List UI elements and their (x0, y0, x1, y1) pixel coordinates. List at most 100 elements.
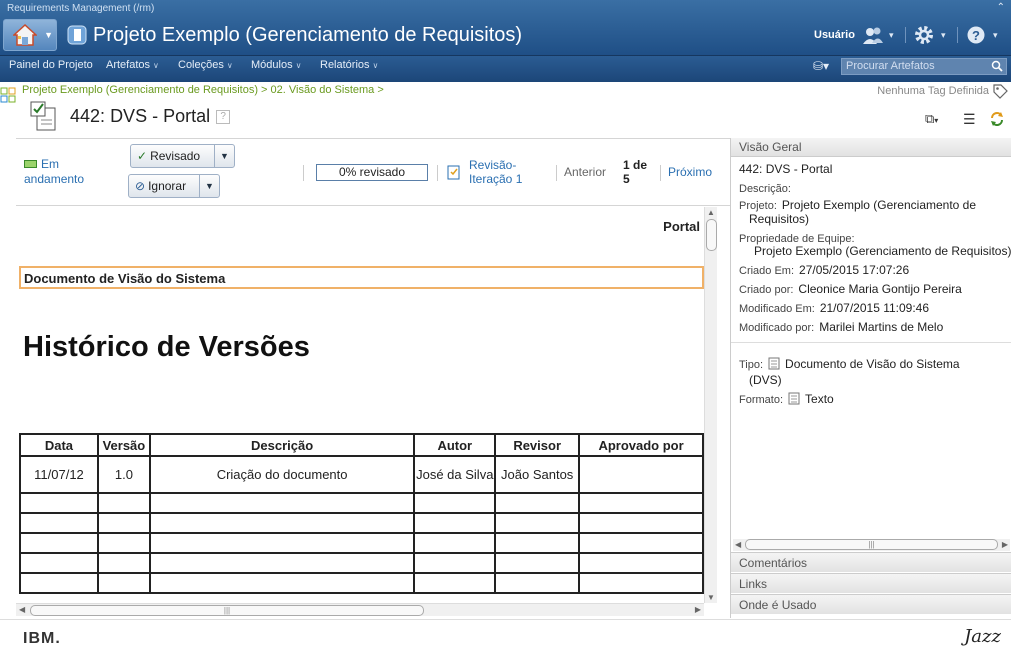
divider (303, 165, 304, 181)
home-button[interactable]: ▼ (3, 19, 57, 51)
search-icon[interactable] (991, 60, 1003, 72)
divider (957, 27, 958, 43)
ignorar-button[interactable]: ⊘ Ignorar ▼ (128, 174, 220, 198)
revisado-main[interactable]: ✓ Revisado (131, 145, 200, 167)
field-value: 21/07/2015 11:09:46 (819, 301, 930, 315)
overview-modificado-por: Modificado por: Marilei Martins de Melo (739, 320, 943, 334)
tag-icon[interactable] (992, 83, 1008, 99)
next-button[interactable]: Próximo (668, 165, 712, 179)
help-icon[interactable]: ? (216, 110, 231, 125)
document-viewer: Portal Documento de Visão do Sistema His… (16, 207, 704, 603)
project-icon (67, 25, 87, 45)
user-menu[interactable]: Usuário (814, 29, 855, 41)
table-cell (413, 532, 497, 554)
chevron-down-icon[interactable]: ▼ (199, 175, 219, 197)
menu-colecoes[interactable]: Coleções ∨ (178, 59, 233, 71)
document-type-icon (768, 357, 780, 370)
grid-view-icon[interactable] (0, 86, 16, 106)
vertical-scrollbar[interactable]: ▲ ▼ (704, 207, 717, 603)
ignorar-main[interactable]: ⊘ Ignorar (129, 175, 186, 197)
project-title[interactable]: Projeto Exemplo (Gerenciamento de Requis… (93, 24, 522, 47)
field-label: Formato: (739, 394, 784, 406)
field-value[interactable]: Projeto Exemplo (Gerenciamento de (782, 198, 976, 212)
chevron-down-icon[interactable]: ▼ (214, 145, 234, 167)
artifact-name: DVS - Portal (110, 106, 211, 126)
scrollbar-thumb[interactable]: ||| (745, 539, 998, 550)
scrollbar-thumb[interactable] (706, 219, 717, 251)
refresh-icon[interactable] (989, 111, 1005, 127)
table-cell (96, 492, 151, 514)
previous-button[interactable]: Anterior (564, 165, 606, 179)
table-cell (148, 572, 416, 594)
doc-title-box[interactable]: Documento de Visão do Sistema (19, 266, 704, 289)
menu-modulos[interactable]: Módulos ∨ (251, 59, 301, 71)
scroll-up-icon[interactable]: ▲ (707, 208, 715, 217)
overview-propriedade-value[interactable]: Projeto Exemplo (Gerenciamento de Requis… (754, 244, 1011, 258)
table-cell (494, 532, 581, 554)
team-icon[interactable] (862, 24, 884, 46)
menu-label: Módulos (251, 59, 293, 71)
scroll-left-icon[interactable]: ◀ (735, 540, 741, 549)
horizontal-scrollbar[interactable]: ◀ ||| ▶ (733, 539, 1010, 551)
artifact-type-icon (30, 101, 56, 131)
horizontal-scrollbar[interactable]: ◀ ||| ▶ (16, 603, 704, 616)
search-input[interactable]: Procurar Artefatos (841, 58, 1007, 75)
overview-formato: Formato: Texto (739, 392, 834, 406)
overview-header[interactable]: Visão Geral (731, 138, 1011, 157)
search-filter-icon[interactable]: ⛁▾ (813, 59, 829, 73)
divider (905, 27, 906, 43)
status-indicator[interactable]: Em andamento (24, 157, 84, 187)
menu-label: Artefatos (106, 59, 151, 71)
chevron-down-icon[interactable]: ▾ (993, 24, 998, 46)
tags-label[interactable]: Nenhuma Tag Definida (877, 85, 989, 97)
scroll-left-icon[interactable]: ◀ (19, 605, 25, 614)
revisado-label: Revisado (150, 149, 201, 163)
jazz-logo: Jazz (964, 626, 1001, 647)
section-links[interactable]: Links (731, 573, 1011, 593)
table-cell (19, 532, 99, 554)
chevron-down-icon[interactable]: ▾ (941, 24, 946, 46)
table-header: Descrição (148, 433, 416, 457)
table-header: Aprovado por (578, 433, 704, 457)
review-link-line2: Iteração 1 (469, 172, 523, 186)
home-icon (13, 24, 37, 46)
top-banner: Requirements Management (/rm) ⌃ ▼ Projet… (0, 0, 1011, 55)
chevron-down-icon[interactable]: ▾ (889, 24, 894, 46)
field-value: Marilei Martins de Melo (819, 320, 944, 334)
gear-icon[interactable] (914, 24, 934, 46)
block-icon: ⊘ (135, 179, 146, 193)
overview-criado-em: Criado Em: 27/05/2015 17:07:26 (739, 263, 909, 277)
menu-artefatos[interactable]: Artefatos ∨ (106, 59, 159, 71)
scrollbar-thumb[interactable]: ||| (30, 605, 424, 616)
review-toolbar: Em andamento ✓ Revisado ▼ ⊘ Ignorar ▼ 0% r… (16, 138, 730, 206)
scroll-down-icon[interactable]: ▼ (707, 593, 715, 602)
collapse-banner-icon[interactable]: ⌃ (997, 2, 1005, 13)
overview-criado-por: Criado por: Cleonice Maria Gontijo Pereir… (739, 282, 962, 296)
scroll-right-icon[interactable]: ▶ (1002, 540, 1008, 549)
help-icon[interactable]: ? (966, 24, 986, 46)
overview-tipo-cont[interactable]: (DVS) (749, 373, 782, 387)
field-label: Modificado por: (739, 322, 815, 334)
divider (731, 342, 1011, 343)
scroll-right-icon[interactable]: ▶ (695, 605, 701, 614)
breadcrumb[interactable]: Projeto Exemplo (Gerenciamento de Requis… (22, 84, 384, 96)
table-header: Revisor (494, 433, 581, 457)
overview-name: 442: DVS - Portal (739, 162, 833, 176)
table-cell (494, 552, 581, 574)
table-header: Autor (413, 433, 497, 457)
field-value[interactable]: Documento de Visão do Sistema (785, 357, 960, 371)
table-cell: 11/07/12 (19, 455, 99, 494)
section-comentarios[interactable]: Comentários (731, 552, 1011, 572)
module-view-icon[interactable]: ⧉▾ (925, 111, 938, 127)
menu-icon[interactable]: ☰ (963, 111, 976, 128)
table-cell (148, 532, 416, 554)
menu-painel-do-projeto[interactable]: Painel do Projeto (9, 59, 93, 71)
overview-projeto-cont[interactable]: Requisitos) (749, 212, 809, 226)
doc-heading: Histórico de Versões (23, 331, 310, 363)
section-onde-e-usado[interactable]: Onde é Usado (731, 594, 1011, 614)
review-link[interactable]: Revisão- Iteração 1 (469, 158, 522, 186)
menu-relatorios[interactable]: Relatórios ∨ (320, 59, 378, 71)
revisado-button[interactable]: ✓ Revisado ▼ (130, 144, 235, 168)
chevron-down-icon: ∨ (295, 61, 302, 70)
table-cell (96, 532, 151, 554)
